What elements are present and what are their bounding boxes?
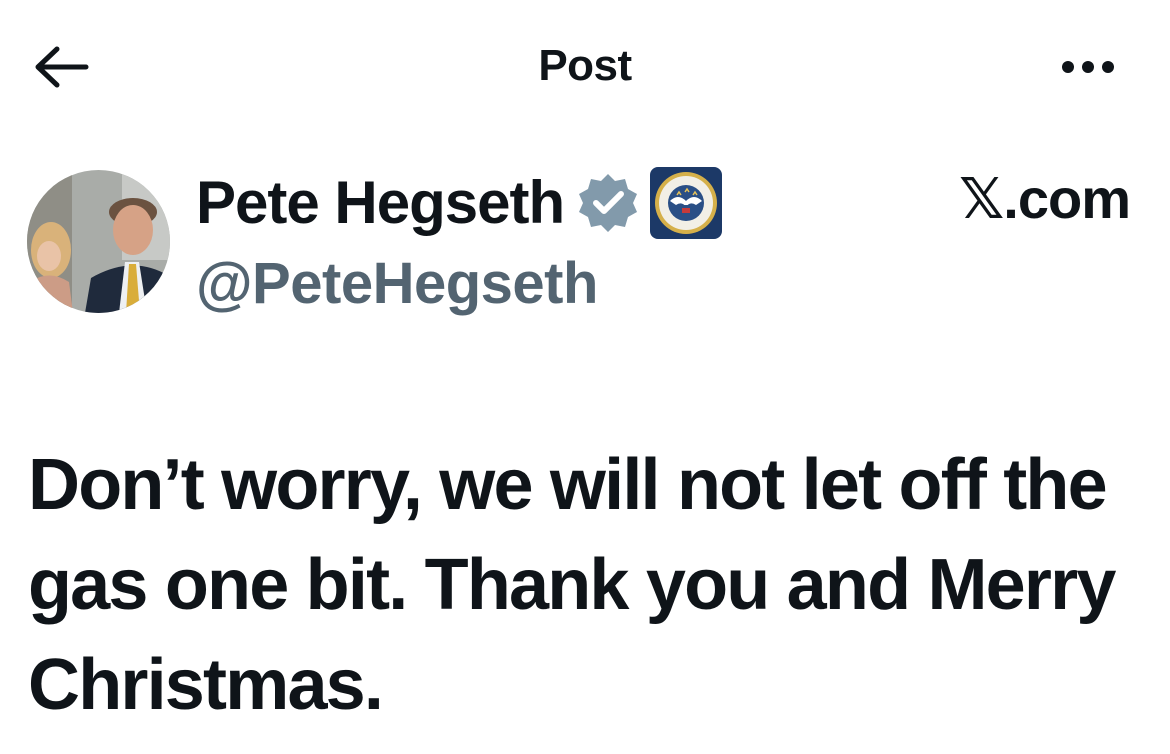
author-name-row: Pete Hegseth — [196, 162, 723, 244]
avatar[interactable] — [27, 170, 170, 313]
author-display-name[interactable]: Pete Hegseth — [196, 165, 565, 241]
author-handle[interactable]: @PeteHegseth — [196, 248, 598, 320]
watermark-x-com: 𝕏.com — [959, 167, 1131, 230]
more-horizontal-icon — [1062, 61, 1114, 73]
page-title: Post — [538, 41, 632, 90]
verified-badge-icon — [576, 171, 640, 235]
profile-photo — [27, 170, 170, 313]
department-of-war-seal[interactable] — [650, 167, 723, 239]
post-body-text: Don’t worry, we will not let off the gas… — [28, 445, 1116, 725]
more-options-button[interactable] — [1050, 40, 1126, 94]
top-navigation-bar: Post — [0, 0, 1170, 130]
